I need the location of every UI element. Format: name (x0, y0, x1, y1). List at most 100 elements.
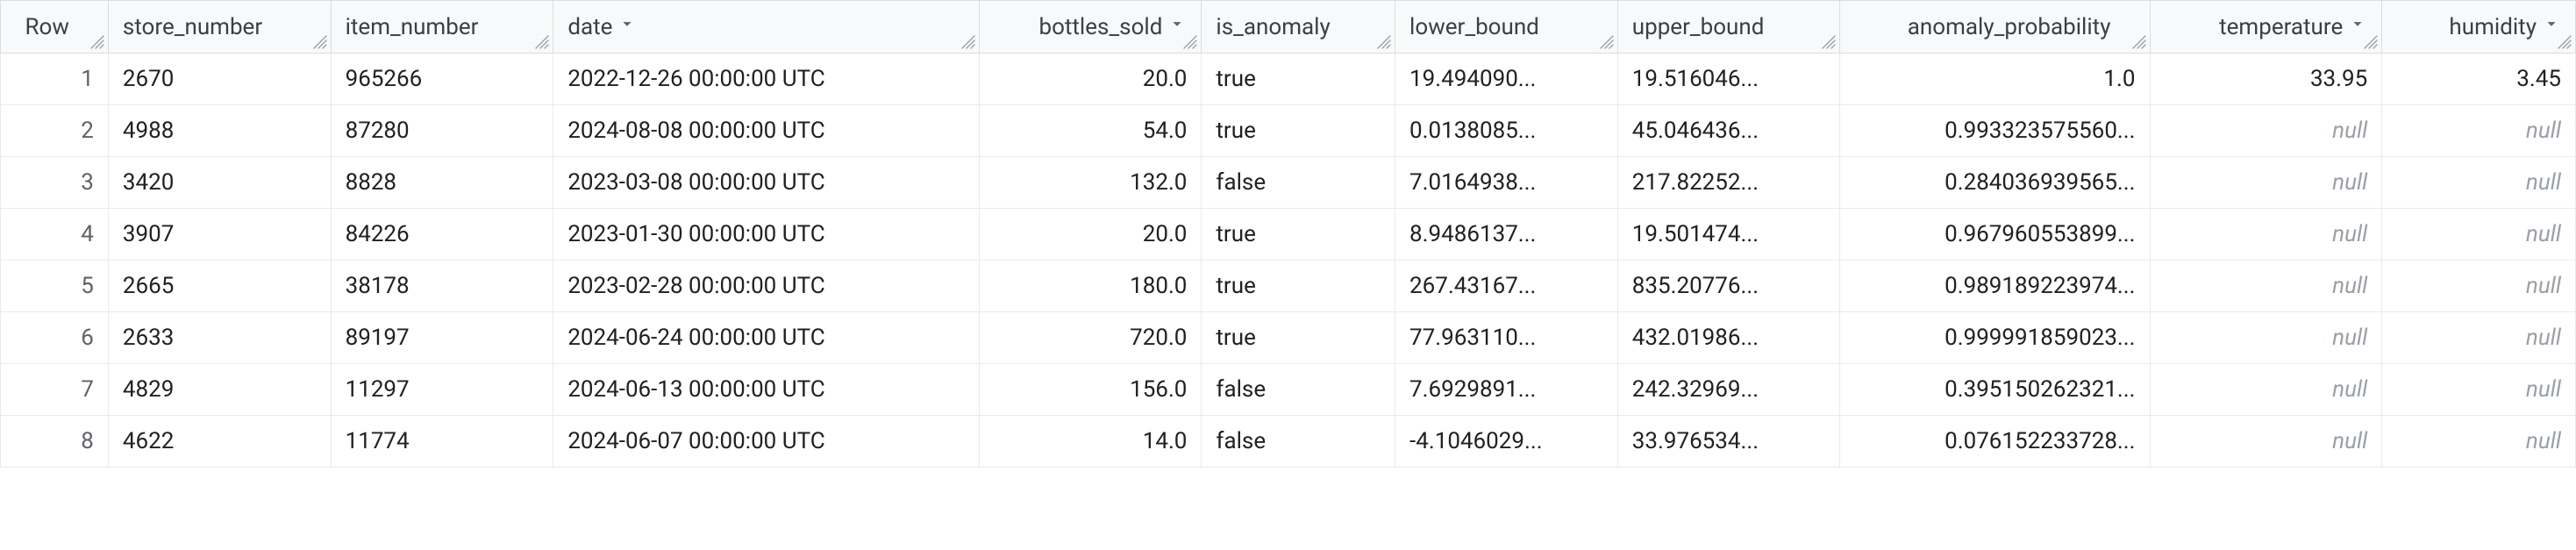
column-resize-handle[interactable] (2132, 35, 2148, 51)
column-resize-handle[interactable] (1822, 35, 1837, 51)
cell-store_number: 2633 (108, 312, 331, 364)
cell-item_number: 8828 (331, 157, 553, 209)
cell-store_number: 2670 (108, 54, 331, 105)
column-header-label: lower_bound (1409, 14, 1539, 40)
column-header-anomaly_probability[interactable]: anomaly_probability (1840, 1, 2150, 54)
cell-upper_bound: 19.501474... (1617, 209, 1840, 261)
cell-item_number: 965266 (331, 54, 553, 105)
null-cell: null (2150, 416, 2382, 468)
cell-upper_bound: 217.82252... (1617, 157, 1840, 209)
column-header-is_anomaly[interactable]: is_anomaly (1202, 1, 1395, 54)
column-header-label: item_number (346, 14, 479, 40)
cell-date: 2023-03-08 00:00:00 UTC (553, 157, 979, 209)
column-resize-handle[interactable] (535, 35, 551, 51)
cell-anomaly_probability: 0.395150262321... (1840, 364, 2150, 416)
cell-is_anomaly: false (1202, 416, 1395, 468)
column-header-label: date (567, 14, 612, 40)
cell-upper_bound: 19.516046... (1617, 54, 1840, 105)
sort-icon[interactable] (617, 14, 637, 33)
column-header-humidity[interactable]: humidity (2382, 1, 2576, 54)
cell-anomaly_probability: 0.999991859023... (1840, 312, 2150, 364)
null-cell: null (2382, 261, 2576, 312)
column-resize-handle[interactable] (1183, 35, 1199, 51)
column-resize-handle[interactable] (961, 35, 977, 51)
cell-bottles_sold: 20.0 (979, 54, 1202, 105)
column-resize-handle[interactable] (2364, 35, 2380, 51)
null-cell: null (2150, 105, 2382, 157)
null-cell: null (2150, 261, 2382, 312)
table-row[interactable]: 24988872802024-08-08 00:00:00 UTC54.0tru… (1, 105, 2576, 157)
cell-lower_bound: -4.1046029... (1395, 416, 1618, 468)
table-row[interactable]: 62633891972024-06-24 00:00:00 UTC720.0tr… (1, 312, 2576, 364)
column-header-bottles_sold[interactable]: bottles_sold (979, 1, 1202, 54)
table-row[interactable]: 84622117742024-06-07 00:00:00 UTC14.0fal… (1, 416, 2576, 468)
sort-icon[interactable] (2542, 14, 2561, 33)
cell-lower_bound: 77.963110... (1395, 312, 1618, 364)
column-resize-handle[interactable] (1377, 35, 1393, 51)
column-resize-handle[interactable] (90, 35, 106, 51)
column-header-temperature[interactable]: temperature (2150, 1, 2382, 54)
cell-is_anomaly: false (1202, 157, 1395, 209)
column-header-label: Row (25, 14, 68, 40)
cell-upper_bound: 45.046436... (1617, 105, 1840, 157)
cell-is_anomaly: true (1202, 54, 1395, 105)
column-header-item_number[interactable]: item_number (331, 1, 553, 54)
column-header-label: humidity (2449, 14, 2537, 40)
cell-store_number: 3420 (108, 157, 331, 209)
null-cell: null (2382, 209, 2576, 261)
cell-is_anomaly: true (1202, 312, 1395, 364)
table-body: 126709652662022-12-26 00:00:00 UTC20.0tr… (1, 54, 2576, 468)
table-row[interactable]: 52665381782023-02-28 00:00:00 UTC180.0tr… (1, 261, 2576, 312)
column-header-label: store_number (123, 14, 262, 40)
cell-item_number: 11297 (331, 364, 553, 416)
column-header-lower_bound[interactable]: lower_bound (1395, 1, 1618, 54)
cell-humidity: 3.45 (2382, 54, 2576, 105)
cell-row: 7 (1, 364, 109, 416)
cell-is_anomaly: true (1202, 105, 1395, 157)
cell-temperature: 33.95 (2150, 54, 2382, 105)
column-header-date[interactable]: date (553, 1, 979, 54)
cell-item_number: 84226 (331, 209, 553, 261)
cell-anomaly_probability: 0.284036939565... (1840, 157, 2150, 209)
column-header-upper_bound[interactable]: upper_bound (1617, 1, 1840, 54)
column-resize-handle[interactable] (313, 35, 329, 51)
table-row[interactable]: 43907842262023-01-30 00:00:00 UTC20.0tru… (1, 209, 2576, 261)
table-row[interactable]: 126709652662022-12-26 00:00:00 UTC20.0tr… (1, 54, 2576, 105)
cell-bottles_sold: 132.0 (979, 157, 1202, 209)
table-row[interactable]: 3342088282023-03-08 00:00:00 UTC132.0fal… (1, 157, 2576, 209)
cell-store_number: 4988 (108, 105, 331, 157)
column-header-row[interactable]: Row (1, 1, 109, 54)
cell-item_number: 89197 (331, 312, 553, 364)
cell-row: 2 (1, 105, 109, 157)
cell-lower_bound: 267.43167... (1395, 261, 1618, 312)
cell-upper_bound: 242.32969... (1617, 364, 1840, 416)
cell-row: 3 (1, 157, 109, 209)
sort-icon[interactable] (1167, 14, 1187, 33)
cell-item_number: 87280 (331, 105, 553, 157)
cell-anomaly_probability: 0.993323575560... (1840, 105, 2150, 157)
null-cell: null (2382, 312, 2576, 364)
cell-date: 2024-06-13 00:00:00 UTC (553, 364, 979, 416)
cell-lower_bound: 7.0164938... (1395, 157, 1618, 209)
cell-store_number: 4829 (108, 364, 331, 416)
column-header-store_number[interactable]: store_number (108, 1, 331, 54)
cell-lower_bound: 8.9486137... (1395, 209, 1618, 261)
cell-date: 2024-06-24 00:00:00 UTC (553, 312, 979, 364)
cell-bottles_sold: 180.0 (979, 261, 1202, 312)
column-resize-handle[interactable] (1600, 35, 1616, 51)
cell-store_number: 2665 (108, 261, 331, 312)
cell-item_number: 11774 (331, 416, 553, 468)
cell-row: 1 (1, 54, 109, 105)
column-header-label: bottles_sold (1038, 14, 1162, 40)
column-resize-handle[interactable] (2558, 35, 2573, 51)
cell-anomaly_probability: 0.989189223974... (1840, 261, 2150, 312)
results-table: Row store_number item_number date bottles_so… (0, 0, 2576, 468)
cell-row: 6 (1, 312, 109, 364)
cell-bottles_sold: 720.0 (979, 312, 1202, 364)
cell-bottles_sold: 20.0 (979, 209, 1202, 261)
cell-row: 5 (1, 261, 109, 312)
cell-store_number: 3907 (108, 209, 331, 261)
sort-icon[interactable] (2348, 14, 2367, 33)
table-row[interactable]: 74829112972024-06-13 00:00:00 UTC156.0fa… (1, 364, 2576, 416)
column-header-label: upper_bound (1632, 14, 1765, 40)
